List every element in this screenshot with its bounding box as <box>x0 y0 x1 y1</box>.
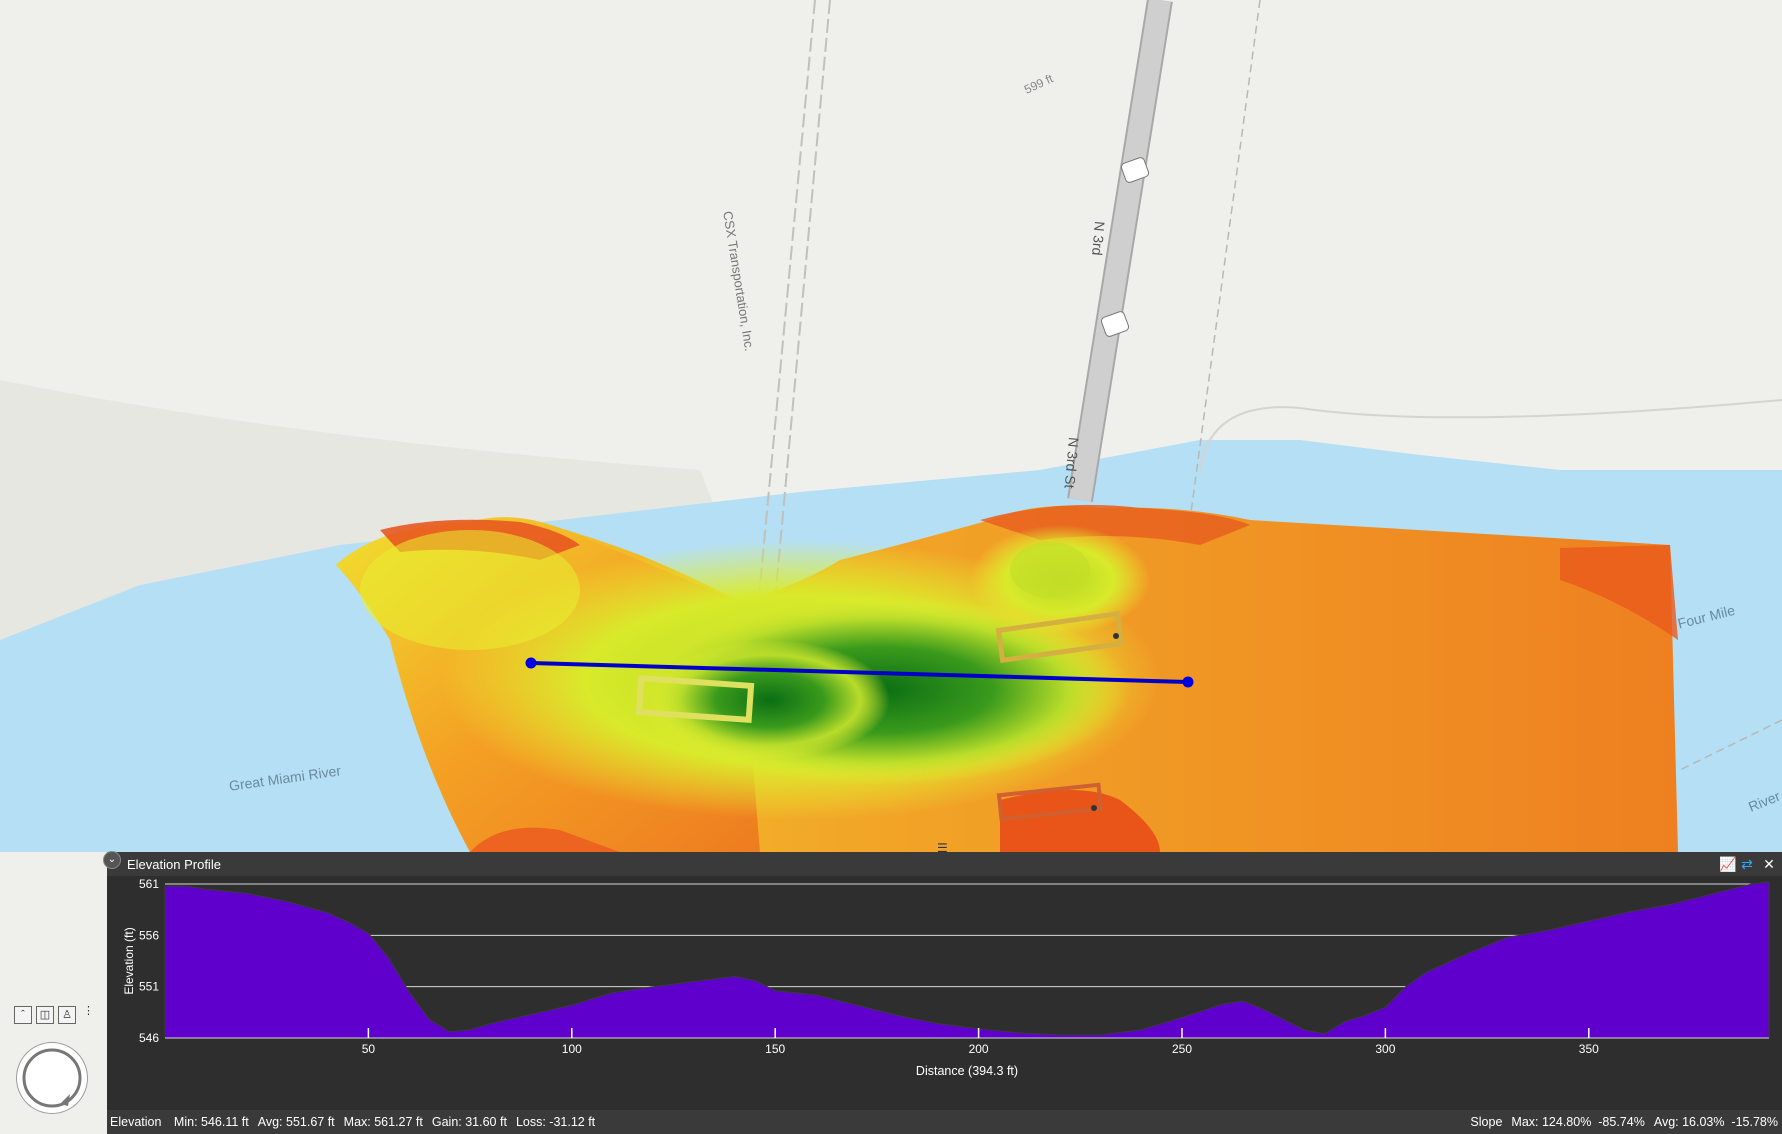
elevation-stats-label: Elevation <box>110 1115 162 1129</box>
slope-max: Max: 124.80% -85.74% <box>1511 1115 1645 1129</box>
elevation-loss: Loss: -31.12 ft <box>515 1115 596 1129</box>
status-bar: Elevation Min: 546.11 ft Avg: 551.67 ft Ma… <box>107 1110 1782 1134</box>
more-icon[interactable]: ⋮ <box>83 1004 94 1017</box>
elevation-avg: Avg: 551.67 ft <box>257 1115 335 1129</box>
x-tick-label: 350 <box>1579 1042 1599 1056</box>
slope-stats: Slope Max: 124.80% -85.74% Avg: 16.03% -15… <box>1470 1115 1778 1129</box>
slope-stats-label: Slope <box>1470 1115 1503 1129</box>
navigator-wheel[interactable] <box>16 1042 88 1114</box>
slope-avg: Avg: 16.03% -15.78% <box>1653 1115 1778 1129</box>
chevron-up-icon[interactable]: ˆ <box>14 1006 32 1024</box>
x-tick-label: 100 <box>562 1042 582 1056</box>
map-canvas[interactable] <box>0 0 1782 852</box>
close-icon[interactable]: ✕ <box>1761 856 1777 872</box>
x-tick-label: 50 <box>362 1042 376 1056</box>
full-extent-icon[interactable]: ◫ <box>36 1006 54 1024</box>
rotate-icon <box>22 1048 82 1108</box>
chart-icon[interactable]: 📈 <box>1719 856 1736 872</box>
y-tick-label: 551 <box>139 980 159 994</box>
x-axis-label: Distance (394.3 ft) <box>916 1064 1018 1078</box>
y-tick-label: 556 <box>139 928 159 942</box>
panel-header: ⌄ Elevation Profile 📈 ⇄ ✕ <box>103 851 1782 876</box>
profile-start-vertex[interactable] <box>525 657 537 669</box>
navigation-toolbar: ˆ ◫ ♙ <box>14 1006 76 1024</box>
swap-direction-icon[interactable]: ⇄ <box>1739 856 1755 872</box>
elevation-stats: Elevation Min: 546.11 ft Avg: 551.67 ft Ma… <box>110 1115 604 1129</box>
map-view[interactable]: CSX Transportation, Inc. N 3rd N 3rd St … <box>0 0 1782 852</box>
elevation-gain: Gain: 31.60 ft <box>431 1115 507 1129</box>
x-tick-label: 300 <box>1375 1042 1395 1056</box>
chevron-down-icon[interactable]: ⌄ <box>103 851 121 869</box>
panel-title: Elevation Profile <box>127 857 221 872</box>
elevation-chart[interactable]: 546 551 556 561 50 100 150 200 250 300 350 Elevati… <box>107 876 1782 1110</box>
elevation-profile-panel: ☰ ⌄ Elevation Profile 📈 ⇄ ✕ 546 551 556 561… <box>103 842 1782 1134</box>
elevation-area-series <box>164 881 1770 1039</box>
street-label: N 3rd <box>1089 220 1108 257</box>
x-tick-label: 250 <box>1172 1042 1192 1056</box>
x-tick-label: 200 <box>969 1042 989 1056</box>
x-tick-label: 150 <box>765 1042 785 1056</box>
elevation-min: Min: 546.11 ft <box>173 1115 249 1129</box>
y-tick-label: 561 <box>139 877 159 891</box>
y-tick-label: 546 <box>139 1031 159 1045</box>
y-axis-label: Elevation (ft) <box>122 927 136 994</box>
elevation-max: Max: 561.27 ft <box>343 1115 423 1129</box>
profile-end-vertex[interactable] <box>1182 676 1194 688</box>
pedestrian-icon[interactable]: ♙ <box>58 1006 76 1024</box>
